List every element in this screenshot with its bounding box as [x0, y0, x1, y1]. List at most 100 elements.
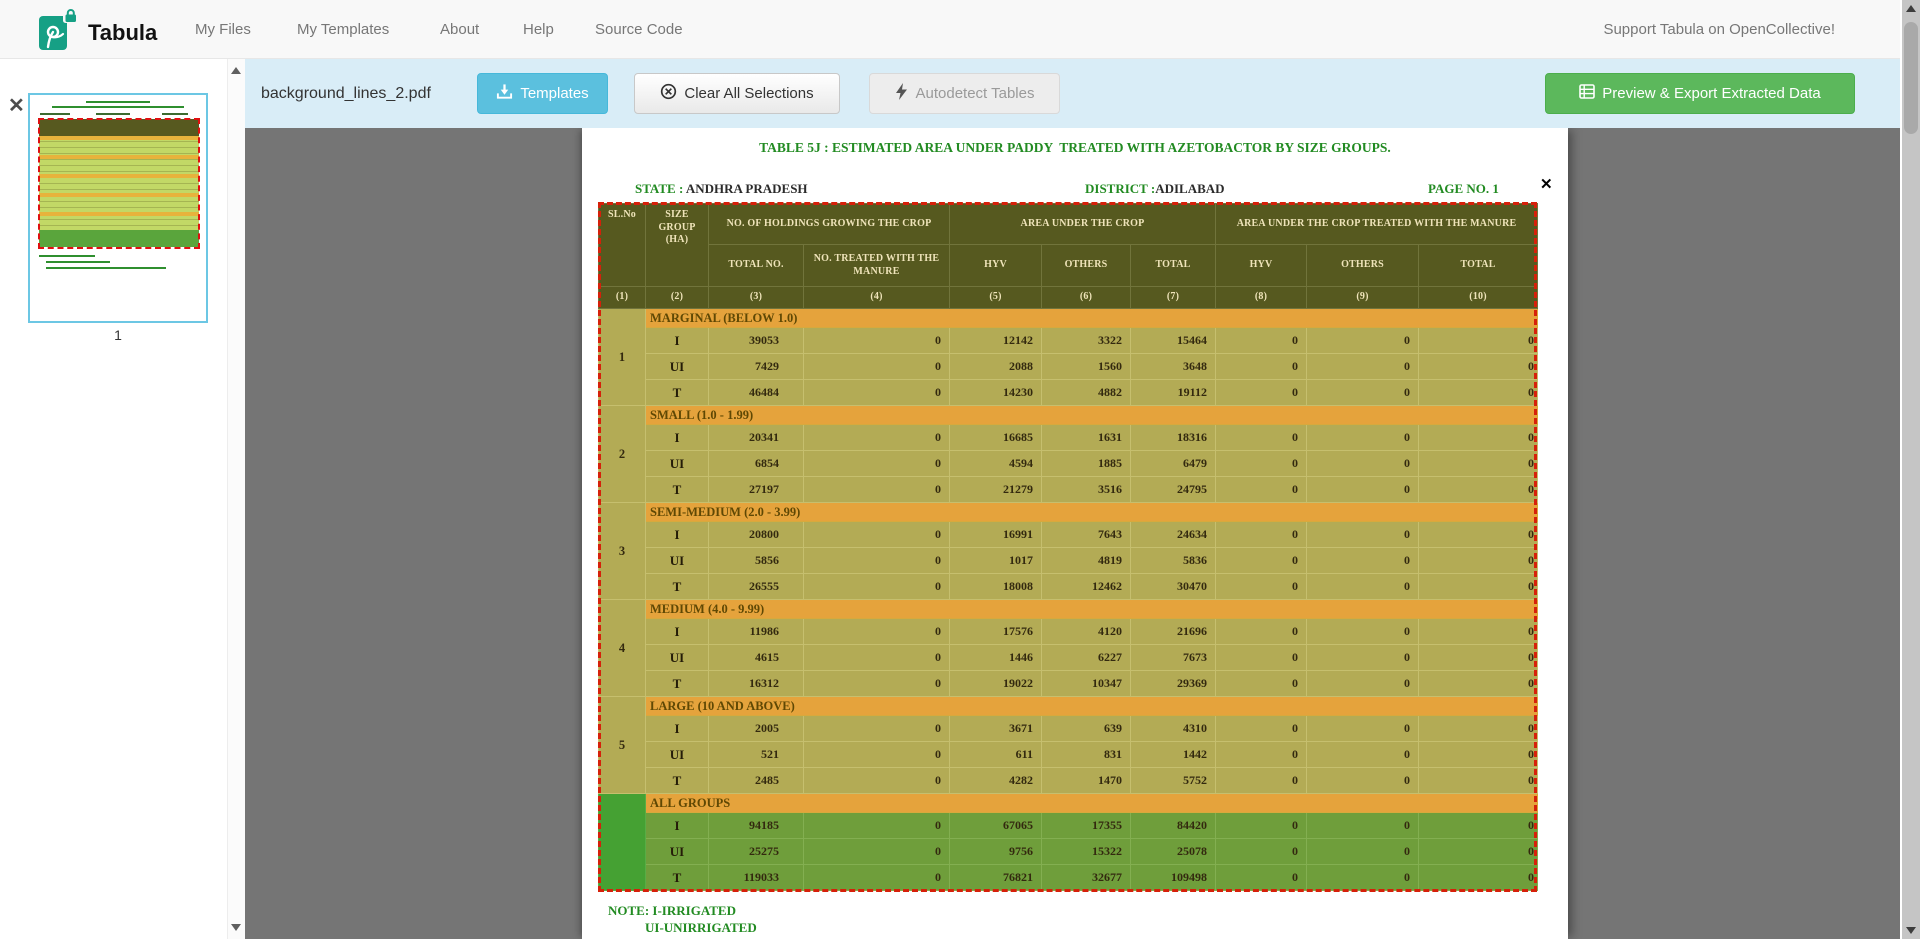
row-label: UI [646, 548, 709, 574]
cell-value: 0 [804, 619, 950, 645]
window-scrollbar[interactable] [1900, 0, 1920, 939]
cell-value: 9756 [950, 839, 1042, 865]
cell-value: 16312 [709, 671, 804, 697]
cell-value: 521 [709, 742, 804, 768]
cell-value: 0 [804, 574, 950, 600]
table-row: T46484014230488219112000 [599, 380, 1538, 406]
cell-value: 4819 [1042, 548, 1131, 574]
sidebar-scrollbar[interactable] [227, 59, 245, 939]
templates-button[interactable]: Templates [477, 73, 608, 114]
cell-value: 4594 [950, 451, 1042, 477]
preview-export-button[interactable]: Preview & Export Extracted Data [1545, 73, 1855, 114]
cell-value: 19022 [950, 671, 1042, 697]
cell-value: 0 [1307, 742, 1419, 768]
remove-page-icon[interactable]: ✕ [8, 93, 25, 118]
cell-value: 4882 [1042, 380, 1131, 406]
cell-value: 0 [804, 768, 950, 794]
cell-value: 0 [804, 522, 950, 548]
nav-my-templates[interactable]: My Templates [297, 0, 389, 59]
table-row: I11986017576412021696000 [599, 619, 1538, 645]
scroll-down-icon[interactable] [231, 924, 241, 931]
clear-selections-button[interactable]: Clear All Selections [634, 73, 840, 114]
cell-value: 1442 [1131, 742, 1216, 768]
circle-x-icon [660, 83, 677, 104]
support-link[interactable]: Support Tabula on OpenCollective! [1603, 0, 1835, 59]
cell-value: 0 [1307, 328, 1419, 354]
clear-selections-label: Clear All Selections [684, 85, 813, 102]
scroll-down-icon[interactable] [1906, 927, 1916, 934]
scroll-up-icon[interactable] [231, 67, 241, 74]
column-header: SL.No [599, 204, 646, 287]
column-header: AREA UNDER THE CROP [950, 204, 1216, 245]
cell-value: 0 [1307, 380, 1419, 406]
cell-value: 0 [1419, 574, 1538, 600]
cell-value: 39053 [709, 328, 804, 354]
cell-value: 4310 [1131, 716, 1216, 742]
thumb-meta-line [40, 113, 70, 115]
nav-about[interactable]: About [440, 0, 479, 59]
import-icon [496, 83, 513, 104]
table-row: I941850670651735584420000 [599, 813, 1538, 839]
cell-value: 46484 [709, 380, 804, 406]
column-header: NO. OF HOLDINGS GROWING THE CROP [709, 204, 950, 245]
row-label: T [646, 574, 709, 600]
cell-value: 0 [804, 477, 950, 503]
page-no-line: PAGE NO. 1 [1428, 181, 1499, 197]
cell-value: 0 [1216, 522, 1307, 548]
cell-value: 0 [1216, 574, 1307, 600]
row-label: I [646, 328, 709, 354]
cell-value: 0 [1419, 354, 1538, 380]
cell-value: 0 [804, 865, 950, 891]
row-label: I [646, 716, 709, 742]
scroll-up-icon[interactable] [1906, 5, 1916, 12]
cell-value: 0 [1419, 328, 1538, 354]
cell-value: 21279 [950, 477, 1042, 503]
page-thumbnail[interactable] [28, 93, 208, 323]
cell-value: 0 [1419, 477, 1538, 503]
navbar: Tabula My Files My Templates About Help … [0, 0, 1920, 59]
cell-value: 26555 [709, 574, 804, 600]
cell-value: 7673 [1131, 645, 1216, 671]
pdf-page[interactable]: TABLE 5J : ESTIMATED AREA UNDER PADDY TR… [582, 128, 1568, 939]
brand[interactable]: Tabula [38, 8, 157, 57]
cell-value: 0 [804, 548, 950, 574]
cell-value: 7643 [1042, 522, 1131, 548]
cell-value: 0 [1419, 619, 1538, 645]
cell-value: 32677 [1042, 865, 1131, 891]
autodetect-tables-label: Autodetect Tables [916, 85, 1035, 102]
table-row: T11903307682132677109498000 [599, 865, 1538, 891]
cell-value: 84420 [1131, 813, 1216, 839]
cell-value: 0 [1216, 742, 1307, 768]
nav-source-code[interactable]: Source Code [595, 0, 683, 59]
nav-help[interactable]: Help [523, 0, 554, 59]
table-list-icon [1579, 84, 1595, 103]
toolbar: background_lines_2.pdf Templates Clear A… [245, 59, 1900, 128]
thumb-note-line [46, 261, 110, 263]
column-number: (8) [1216, 287, 1307, 309]
row-label: T [646, 380, 709, 406]
cell-value: 0 [1216, 716, 1307, 742]
cell-value: 18008 [950, 574, 1042, 600]
group-band: SEMI-MEDIUM (2.0 - 3.99) [646, 503, 1538, 522]
cell-value: 0 [1419, 671, 1538, 697]
cell-value: 119033 [709, 865, 804, 891]
scrollbar-thumb[interactable] [1904, 22, 1918, 134]
column-number: (4) [804, 287, 950, 309]
selection-close-icon[interactable]: ✕ [1540, 175, 1553, 194]
thumb-note-line [39, 255, 95, 257]
nav-my-files[interactable]: My Files [195, 0, 251, 59]
cell-value: 0 [1307, 839, 1419, 865]
row-label: I [646, 425, 709, 451]
preview-export-label: Preview & Export Extracted Data [1602, 85, 1820, 102]
pdf-viewer: TABLE 5J : ESTIMATED AREA UNDER PADDY TR… [245, 128, 1900, 939]
row-label: I [646, 522, 709, 548]
cell-value: 2088 [950, 354, 1042, 380]
row-label: I [646, 813, 709, 839]
autodetect-tables-button[interactable]: Autodetect Tables [869, 73, 1060, 114]
cell-value: 6227 [1042, 645, 1131, 671]
group-band-row: ALL GROUPS [599, 794, 1538, 813]
cell-value: 3648 [1131, 354, 1216, 380]
thumbnail-page-number: 1 [28, 327, 208, 343]
group-slno: 5 [599, 697, 646, 794]
cell-value: 24634 [1131, 522, 1216, 548]
